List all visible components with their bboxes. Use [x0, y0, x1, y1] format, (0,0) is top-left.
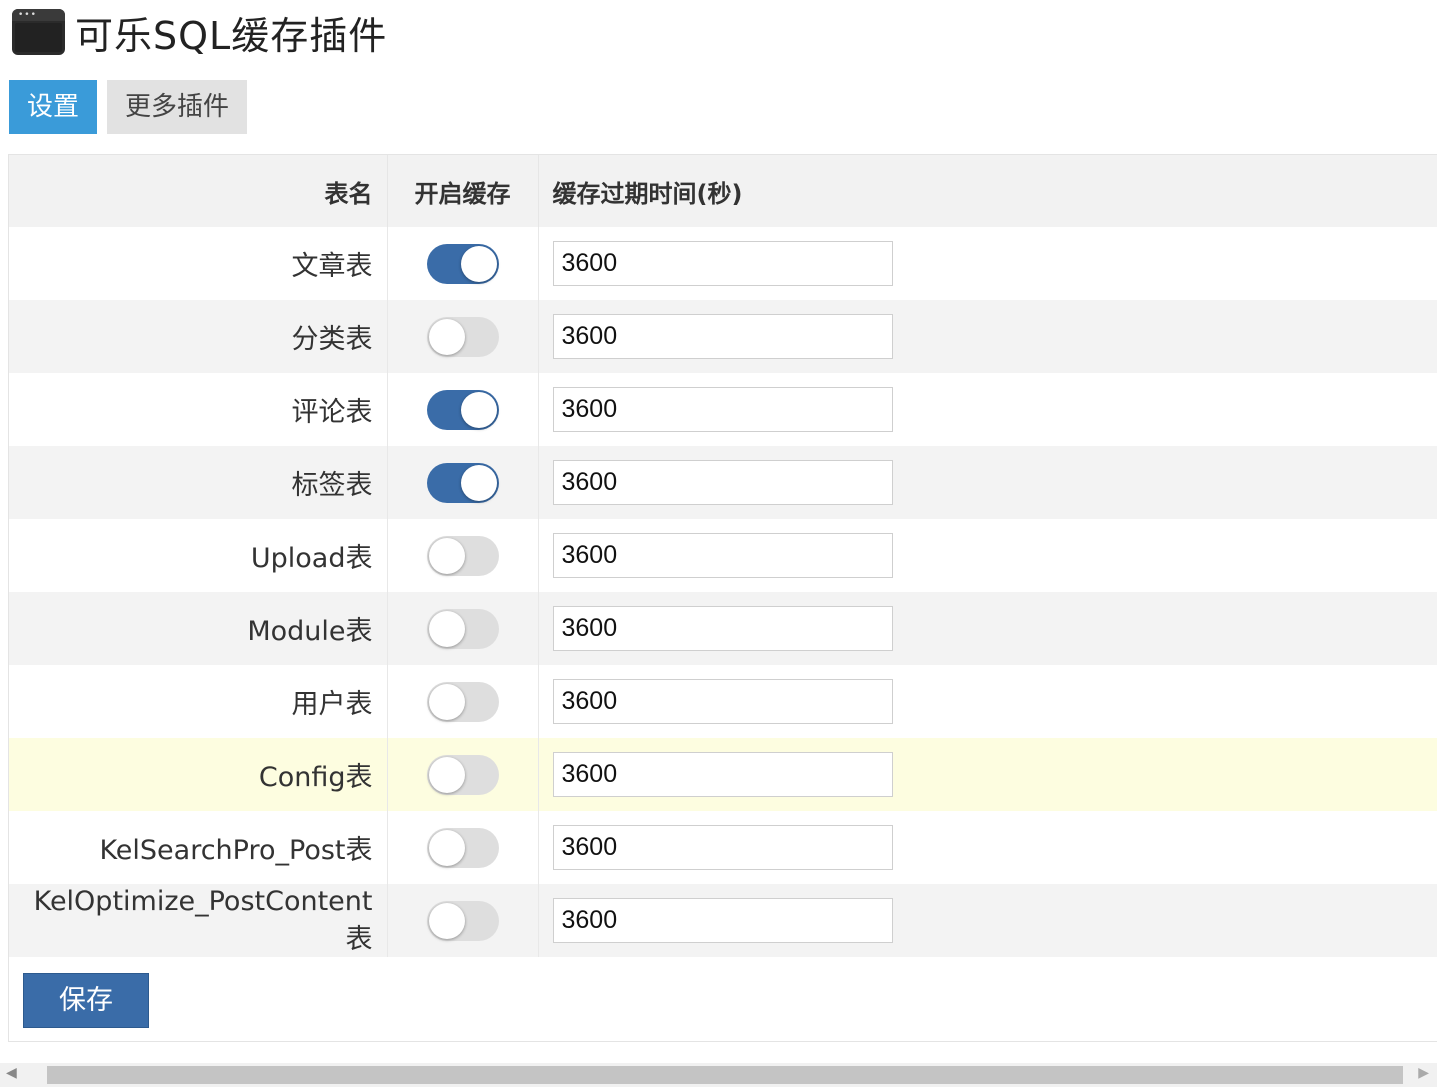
ttl-input[interactable]: [552, 752, 893, 797]
table-name-label: 文章表: [291, 251, 373, 282]
ttl-input[interactable]: [552, 898, 893, 943]
table-name-label: 分类表: [291, 324, 373, 355]
table-row: Upload表: [9, 519, 1437, 592]
ttl-input[interactable]: [552, 825, 893, 870]
table-name-label: KelOptimize_PostContent表: [33, 885, 373, 955]
table-row: KelOptimize_PostContent表: [9, 884, 1437, 957]
table-name-label: Config表: [258, 762, 373, 793]
enable-cache-toggle[interactable]: [426, 827, 499, 868]
ttl-input[interactable]: [552, 533, 893, 578]
ttl-input[interactable]: [552, 679, 893, 724]
column-header-enable-cache: 开启缓存: [386, 155, 539, 227]
ttl-cell: [538, 519, 1437, 592]
horizontal-scrollbar[interactable]: ◀ ▶: [0, 1063, 1437, 1087]
toggle-knob: [428, 537, 465, 574]
ttl-cell: [538, 811, 1437, 884]
toggle-cell: [386, 665, 539, 738]
ttl-cell: [538, 300, 1437, 373]
toggle-cell: [386, 884, 539, 957]
tab-bar: 设置 更多插件: [9, 80, 257, 134]
enable-cache-toggle[interactable]: [426, 316, 499, 357]
enable-cache-toggle[interactable]: [426, 754, 499, 795]
table-name-label: 评论表: [291, 397, 373, 428]
table-name-label: Upload表: [250, 543, 373, 574]
toggle-knob: [428, 683, 465, 720]
ttl-cell: [538, 592, 1437, 665]
toggle-knob: [428, 610, 465, 647]
toggle-knob: [460, 391, 497, 428]
scrollbar-thumb[interactable]: [47, 1066, 1403, 1084]
table-row: 评论表: [9, 373, 1437, 446]
ttl-cell: [538, 738, 1437, 811]
ttl-input[interactable]: [552, 387, 893, 432]
table-row: 标签表: [9, 446, 1437, 519]
browser-window-icon: •••: [12, 9, 65, 55]
table-row: KelSearchPro_Post表: [9, 811, 1437, 884]
table-name-label: 用户表: [291, 689, 373, 720]
tab-more-plugins[interactable]: 更多插件: [107, 80, 248, 134]
ttl-input[interactable]: [552, 241, 893, 286]
enable-cache-toggle[interactable]: [426, 608, 499, 649]
save-button[interactable]: 保存: [23, 973, 149, 1028]
scroll-left-icon[interactable]: ◀: [6, 1065, 17, 1081]
toggle-knob: [428, 756, 465, 793]
toggle-knob: [460, 464, 497, 501]
page-header: ••• 可乐SQL缓存插件: [12, 6, 387, 58]
toggle-cell: [386, 592, 539, 665]
ttl-input[interactable]: [552, 606, 893, 651]
ttl-cell: [538, 227, 1437, 300]
toggle-cell: [386, 300, 539, 373]
table-name-label: Module表: [247, 616, 373, 647]
ttl-cell: [538, 665, 1437, 738]
table-header-row: 表名 开启缓存 缓存过期时间(秒): [9, 155, 1437, 227]
ttl-input[interactable]: [552, 314, 893, 359]
enable-cache-toggle[interactable]: [426, 462, 499, 503]
toggle-cell: [386, 738, 539, 811]
toggle-knob: [428, 318, 465, 355]
toggle-cell: [386, 811, 539, 884]
settings-panel: 表名 开启缓存 缓存过期时间(秒) 文章表分类表评论表标签表 Upload表 Mod…: [8, 154, 1437, 1042]
toggle-knob: [428, 829, 465, 866]
enable-cache-toggle[interactable]: [426, 243, 499, 284]
table-row: 分类表: [9, 300, 1437, 373]
toggle-cell: [386, 446, 539, 519]
enable-cache-toggle[interactable]: [426, 900, 499, 941]
table-row: Module表: [9, 592, 1437, 665]
toggle-cell: [386, 373, 539, 446]
ttl-input[interactable]: [552, 460, 893, 505]
table-name-label: 标签表: [291, 470, 373, 501]
cache-settings-table: 表名 开启缓存 缓存过期时间(秒) 文章表分类表评论表标签表 Upload表 Mod…: [9, 155, 1437, 957]
table-row: 用户表: [9, 665, 1437, 738]
enable-cache-toggle[interactable]: [426, 389, 499, 430]
column-header-table-name: 表名: [324, 179, 373, 208]
toggle-cell: [386, 519, 539, 592]
enable-cache-toggle[interactable]: [426, 681, 499, 722]
ttl-cell: [538, 884, 1437, 957]
tab-settings[interactable]: 设置: [9, 80, 98, 134]
page-title: 可乐SQL缓存插件: [75, 13, 388, 58]
column-header-ttl: 缓存过期时间(秒): [552, 179, 743, 208]
table-row: 文章表: [9, 227, 1437, 300]
toggle-cell: [386, 227, 539, 300]
ttl-cell: [538, 446, 1437, 519]
table-row: Config表: [9, 738, 1437, 811]
toggle-knob: [428, 902, 465, 939]
enable-cache-toggle[interactable]: [426, 535, 499, 576]
toggle-knob: [460, 245, 497, 282]
scroll-right-icon[interactable]: ▶: [1418, 1065, 1429, 1081]
table-name-label: KelSearchPro_Post表: [99, 835, 373, 866]
ttl-cell: [538, 373, 1437, 446]
